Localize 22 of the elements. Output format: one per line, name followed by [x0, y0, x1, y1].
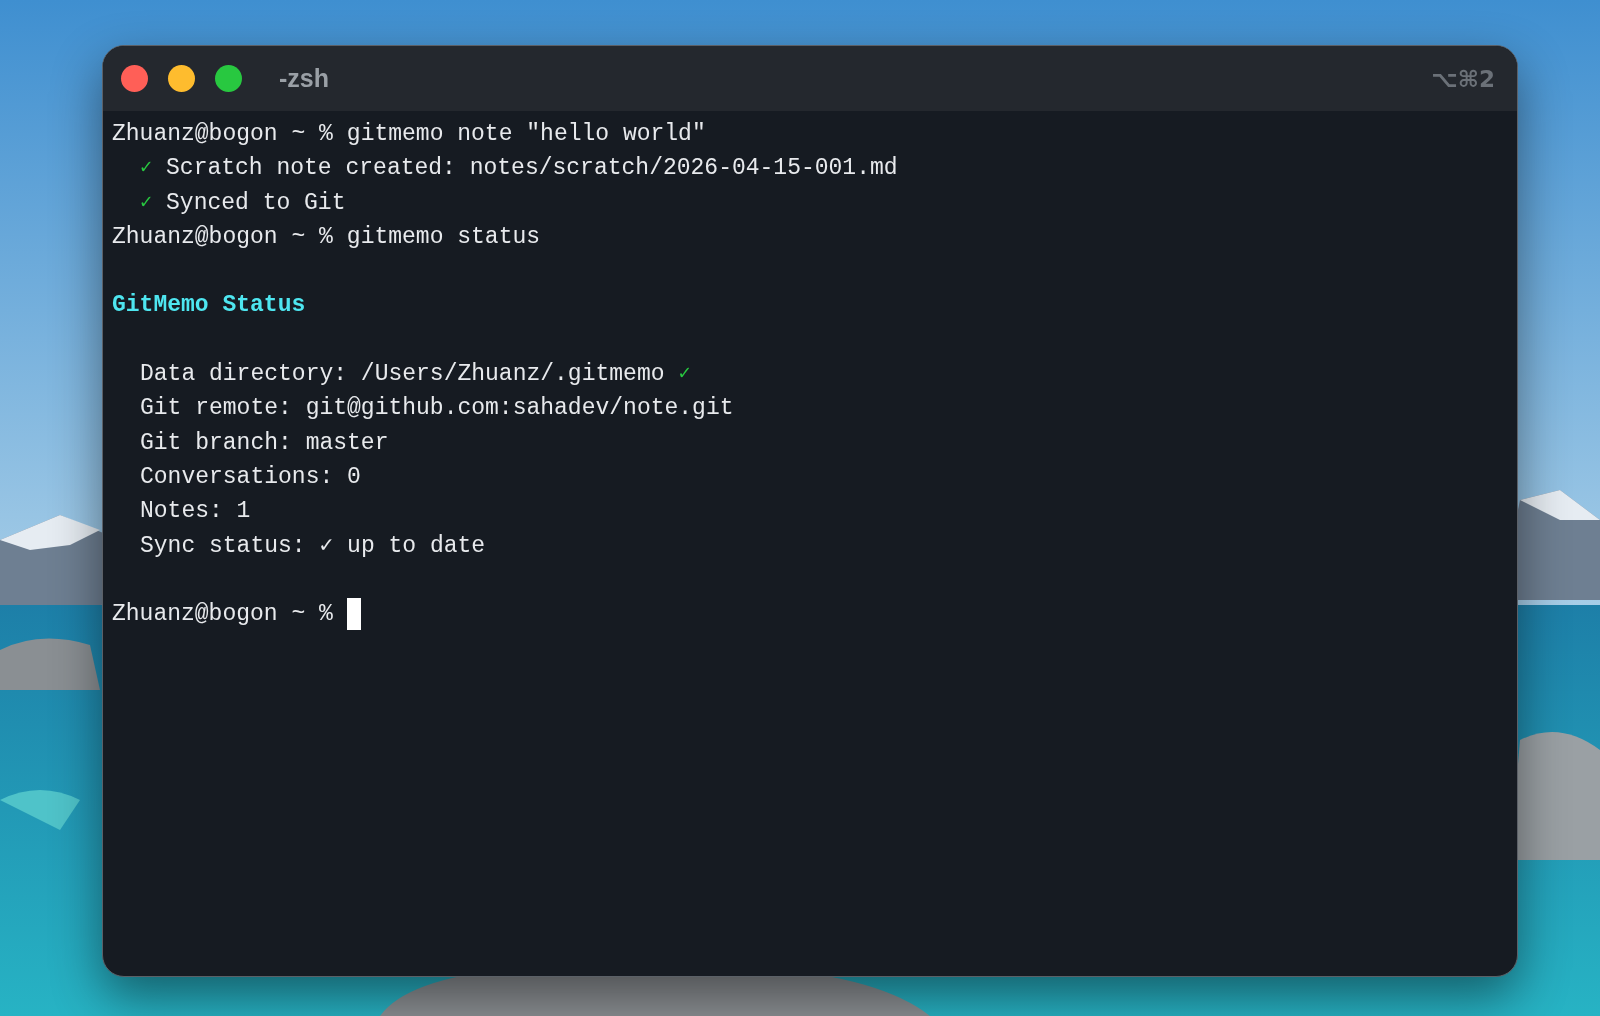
shell-prompt: Zhuanz@bogon ~ %	[112, 600, 333, 630]
shell-prompt: Zhuanz@bogon ~ %	[112, 222, 333, 252]
command-text: gitmemo status	[346, 222, 541, 252]
window-control-button[interactable]	[168, 65, 195, 92]
check-mark: ✓	[678, 361, 691, 388]
window-control-button[interactable]	[215, 65, 242, 92]
output-text: Synced to Git	[166, 188, 346, 218]
status-field: Git remote: git@github.com:sahadev/note.git	[140, 391, 734, 426]
status-field: Git branch: master	[140, 425, 389, 460]
shortcut-hint: ⌥⌘2	[1431, 65, 1495, 92]
window-title: -zsh	[279, 64, 329, 93]
status-field: Conversations: 0	[140, 459, 361, 495]
window-control-button[interactable]	[121, 65, 148, 92]
status-field: Data directory: /Users/Zhuanz/.gitmemo	[140, 357, 665, 392]
check-mark: ✓	[140, 189, 153, 216]
command-text: gitmemo note "hello world"	[346, 120, 706, 149]
status-heading: GitMemo Status	[112, 291, 306, 321]
output-text: Scratch note created: notes/scratch/2026-04-15-001.md	[166, 154, 898, 184]
status-field: Notes: 1	[140, 494, 251, 529]
check-mark: ✓	[140, 155, 153, 182]
status-field: Sync status: ✓ up to date	[140, 528, 486, 563]
shell-prompt: Zhuanz@bogon ~ %	[112, 120, 333, 149]
